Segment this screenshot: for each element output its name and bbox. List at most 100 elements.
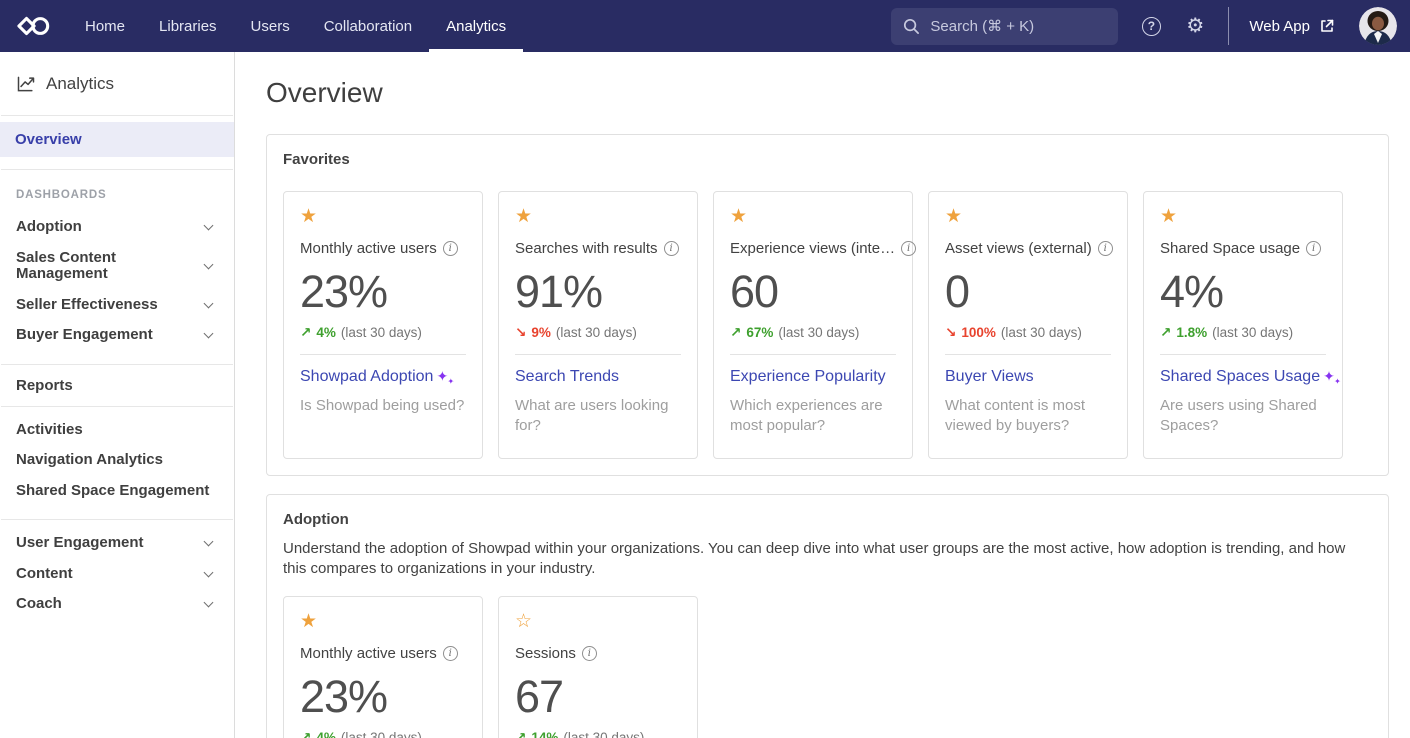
adoption-description: Understand the adoption of Showpad withi…: [283, 539, 1372, 579]
star-filled-icon[interactable]: ★: [515, 207, 532, 226]
metric-label: Experience views (inte…: [730, 240, 895, 257]
chevron-down-icon: [204, 298, 214, 308]
nav-item-collaboration[interactable]: Collaboration: [307, 0, 429, 52]
metric-card-shared-space-usage[interactable]: ★ Shared Space usage i 4% ↗ 1.8% (last 3…: [1143, 191, 1343, 459]
sidebar-item-navigation-analytics[interactable]: Navigation Analytics: [0, 445, 234, 476]
card-divider: [300, 354, 466, 355]
nav-divider: [1228, 7, 1229, 45]
gear-icon[interactable]: ⚙: [1184, 15, 1206, 37]
ai-sparkle-icon: ✦✦: [436, 368, 448, 384]
info-icon[interactable]: i: [443, 241, 458, 256]
adoption-title: Adoption: [283, 511, 1372, 528]
metric-delta: ↗ 4% (last 30 days): [300, 325, 466, 341]
star-filled-icon[interactable]: ★: [1160, 207, 1177, 226]
main-content: Overview Favorites ★ Monthly active user…: [235, 52, 1410, 738]
sidebar-item-adoption[interactable]: Adoption: [0, 212, 234, 243]
info-icon[interactable]: i: [901, 241, 916, 256]
sidebar: Analytics Overview DASHBOARDS Adoption S…: [0, 52, 235, 738]
metric-question: What content is most viewed by buyers?: [945, 396, 1113, 436]
metric-label: Searches with results: [515, 240, 658, 257]
experience-popularity-link[interactable]: Experience Popularity: [730, 368, 886, 386]
metric-card-searches-with-results[interactable]: ★ Searches with results i 91% ↘ 9% (last…: [498, 191, 698, 459]
sidebar-item-activities[interactable]: Activities: [0, 415, 234, 446]
chart-line-icon: [16, 74, 36, 94]
star-filled-icon[interactable]: ★: [730, 207, 747, 226]
sidebar-item-user-engagement[interactable]: User Engagement: [0, 528, 234, 559]
chevron-down-icon: [204, 537, 214, 547]
sidebar-item-buyer-engagement[interactable]: Buyer Engagement: [0, 320, 234, 351]
trend-down-icon: ↘: [515, 325, 526, 341]
metric-value: 60: [730, 267, 896, 317]
ai-sparkle-icon: ✦✦: [1323, 368, 1335, 384]
metric-card-experience-views[interactable]: ★ Experience views (inte… i 60 ↗ 67% (la…: [713, 191, 913, 459]
trend-up-icon: ↗: [515, 730, 526, 738]
sidebar-item-seller-effectiveness[interactable]: Seller Effectiveness: [0, 290, 234, 321]
search-trends-link[interactable]: Search Trends: [515, 368, 619, 386]
metric-delta: ↗ 14% (last 30 days): [515, 730, 681, 738]
chevron-down-icon: [204, 260, 214, 270]
sidebar-item-coach[interactable]: Coach: [0, 589, 234, 620]
nav-item-libraries[interactable]: Libraries: [142, 0, 234, 52]
info-icon[interactable]: i: [443, 646, 458, 661]
buyer-views-link[interactable]: Buyer Views: [945, 368, 1034, 386]
sidebar-title: Analytics: [0, 52, 234, 115]
metric-value: 67: [515, 672, 681, 722]
metric-question: Is Showpad being used?: [300, 396, 468, 416]
showpad-adoption-link[interactable]: Showpad Adoption✦✦: [300, 368, 448, 386]
page-title: Overview: [266, 77, 1389, 109]
shared-spaces-usage-link[interactable]: Shared Spaces Usage✦✦: [1160, 368, 1335, 386]
metric-value: 0: [945, 267, 1111, 317]
info-icon[interactable]: i: [1306, 241, 1321, 256]
metric-card-monthly-active-users[interactable]: ★ Monthly active users i 23% ↗ 4% (last …: [283, 191, 483, 459]
trend-down-icon: ↘: [945, 325, 956, 341]
card-divider: [1160, 354, 1326, 355]
showpad-logo-icon[interactable]: [17, 15, 50, 37]
sidebar-item-sales-content-management[interactable]: Sales Content Management: [0, 243, 234, 290]
metric-card-adoption-monthly-active-users[interactable]: ★ Monthly active users i 23% ↗ 4% (last …: [283, 596, 483, 738]
sidebar-item-reports[interactable]: Reports: [0, 365, 234, 406]
nav-item-users[interactable]: Users: [234, 0, 307, 52]
web-app-link[interactable]: Web App: [1249, 18, 1335, 35]
nav-menu: Home Libraries Users Collaboration Analy…: [68, 0, 523, 52]
search-input[interactable]: Search (⌘ + K): [891, 8, 1118, 45]
trend-up-icon: ↗: [300, 730, 311, 738]
metric-question: What are users looking for?: [515, 396, 683, 436]
info-icon[interactable]: i: [664, 241, 679, 256]
card-divider: [945, 354, 1111, 355]
star-filled-icon[interactable]: ★: [945, 207, 962, 226]
metric-question: Which experiences are most popular?: [730, 396, 898, 436]
trend-up-icon: ↗: [730, 325, 741, 341]
info-icon[interactable]: i: [1098, 241, 1113, 256]
metric-label: Shared Space usage: [1160, 240, 1300, 257]
metric-value: 23%: [300, 672, 466, 722]
metric-value: 91%: [515, 267, 681, 317]
dashboards-section-header: DASHBOARDS: [0, 170, 234, 212]
user-avatar[interactable]: [1359, 7, 1397, 45]
info-icon[interactable]: i: [582, 646, 597, 661]
chevron-down-icon: [204, 329, 214, 339]
trend-up-icon: ↗: [300, 325, 311, 341]
help-icon[interactable]: ?: [1140, 15, 1162, 37]
metric-label: Asset views (external): [945, 240, 1092, 257]
star-filled-icon[interactable]: ★: [300, 612, 317, 631]
metric-delta: ↘ 9% (last 30 days): [515, 325, 681, 341]
sidebar-item-content[interactable]: Content: [0, 559, 234, 590]
chevron-down-icon: [204, 567, 214, 577]
metric-value: 4%: [1160, 267, 1326, 317]
metric-delta: ↘ 100% (last 30 days): [945, 325, 1111, 341]
card-divider: [515, 354, 681, 355]
metric-delta: ↗ 1.8% (last 30 days): [1160, 325, 1326, 341]
nav-item-home[interactable]: Home: [68, 0, 142, 52]
adoption-panel: Adoption Understand the adoption of Show…: [266, 494, 1389, 738]
star-outline-icon[interactable]: ☆: [515, 612, 532, 631]
nav-item-analytics[interactable]: Analytics: [429, 0, 523, 52]
sidebar-item-overview[interactable]: Overview: [0, 122, 234, 157]
metric-value: 23%: [300, 267, 466, 317]
trend-up-icon: ↗: [1160, 325, 1171, 341]
sidebar-item-shared-space-engagement[interactable]: Shared Space Engagement: [0, 476, 234, 507]
metric-card-asset-views-external[interactable]: ★ Asset views (external) i 0 ↘ 100% (las…: [928, 191, 1128, 459]
metric-card-sessions[interactable]: ☆ Sessions i 67 ↗ 14% (last 30 days): [498, 596, 698, 738]
star-filled-icon[interactable]: ★: [300, 207, 317, 226]
metric-label: Monthly active users: [300, 645, 437, 662]
favorites-title: Favorites: [283, 151, 1372, 168]
